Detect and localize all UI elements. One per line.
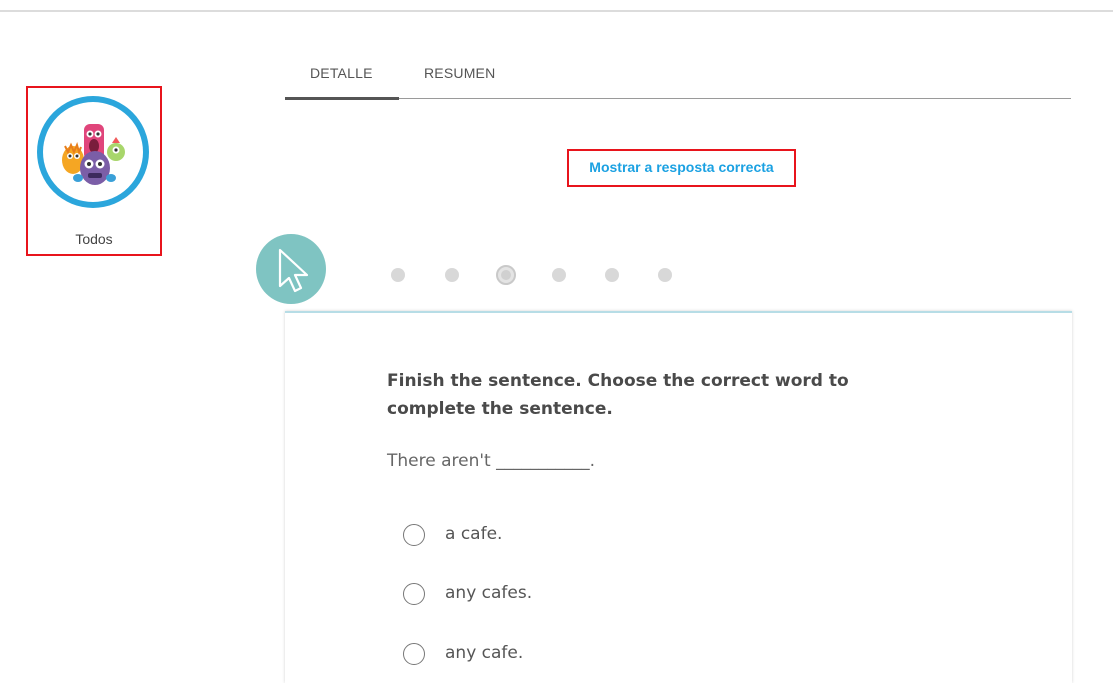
radio-button[interactable] [403, 583, 425, 605]
tab-bar: DETALLE RESUMEN [285, 60, 1071, 100]
show-correct-answer-link[interactable]: Mostrar a resposta correcta [569, 159, 794, 175]
pagination-dot-1[interactable] [391, 268, 405, 282]
cursor-pointer-icon [256, 234, 326, 304]
tab-detalle[interactable]: DETALLE [310, 65, 373, 81]
radio-button[interactable] [403, 524, 425, 546]
monsters-avatar-icon [43, 102, 143, 202]
question-card: Finish the sentence. Choose the correct … [285, 311, 1072, 683]
tabs-divider [285, 98, 1071, 99]
radio-button[interactable] [403, 643, 425, 665]
option-label: a cafe. [445, 524, 503, 544]
student-filter-todos[interactable]: Todos [26, 86, 162, 256]
option-label: any cafe. [445, 643, 524, 663]
top-divider [0, 10, 1113, 12]
active-tab-indicator [285, 97, 399, 100]
show-answer-highlight: Mostrar a resposta correcta [567, 149, 796, 187]
pagination-dot-3-active[interactable] [496, 265, 516, 285]
question-sentence: There aren't ___________. [387, 451, 596, 471]
pagination-dot-2[interactable] [445, 268, 459, 282]
pagination-dot-4[interactable] [552, 268, 566, 282]
pagination-dot-6[interactable] [658, 268, 672, 282]
tab-resumen[interactable]: RESUMEN [424, 65, 495, 81]
option-label: any cafes. [445, 583, 533, 603]
avatar[interactable] [37, 96, 149, 208]
pagination-dot-5[interactable] [605, 268, 619, 282]
filter-label: Todos [75, 231, 113, 247]
question-title: Finish the sentence. Choose the correct … [387, 371, 849, 419]
